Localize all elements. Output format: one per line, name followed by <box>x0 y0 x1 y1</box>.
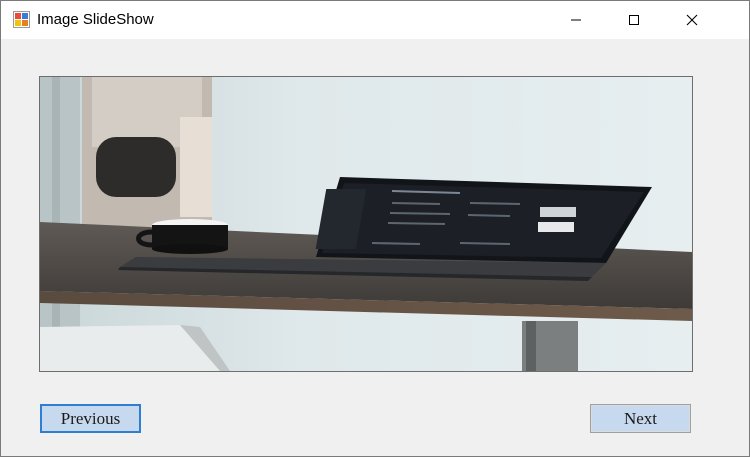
minimize-button[interactable] <box>547 1 605 39</box>
slideshow-picture-box <box>39 76 693 372</box>
slideshow-image <box>40 77 692 371</box>
maximize-icon <box>628 14 640 26</box>
close-button[interactable] <box>663 1 721 39</box>
close-icon <box>686 14 698 26</box>
next-button[interactable]: Next <box>590 404 691 433</box>
maximize-button[interactable] <box>605 1 663 39</box>
minimize-icon <box>570 14 582 26</box>
title-bar[interactable]: Image SlideShow <box>1 1 749 39</box>
main-window: Image SlideShow Previous Next <box>0 0 750 457</box>
app-icon <box>13 11 30 28</box>
window-title: Image SlideShow <box>37 11 154 28</box>
previous-button[interactable]: Previous <box>40 404 141 433</box>
client-area: Previous Next <box>1 39 749 456</box>
